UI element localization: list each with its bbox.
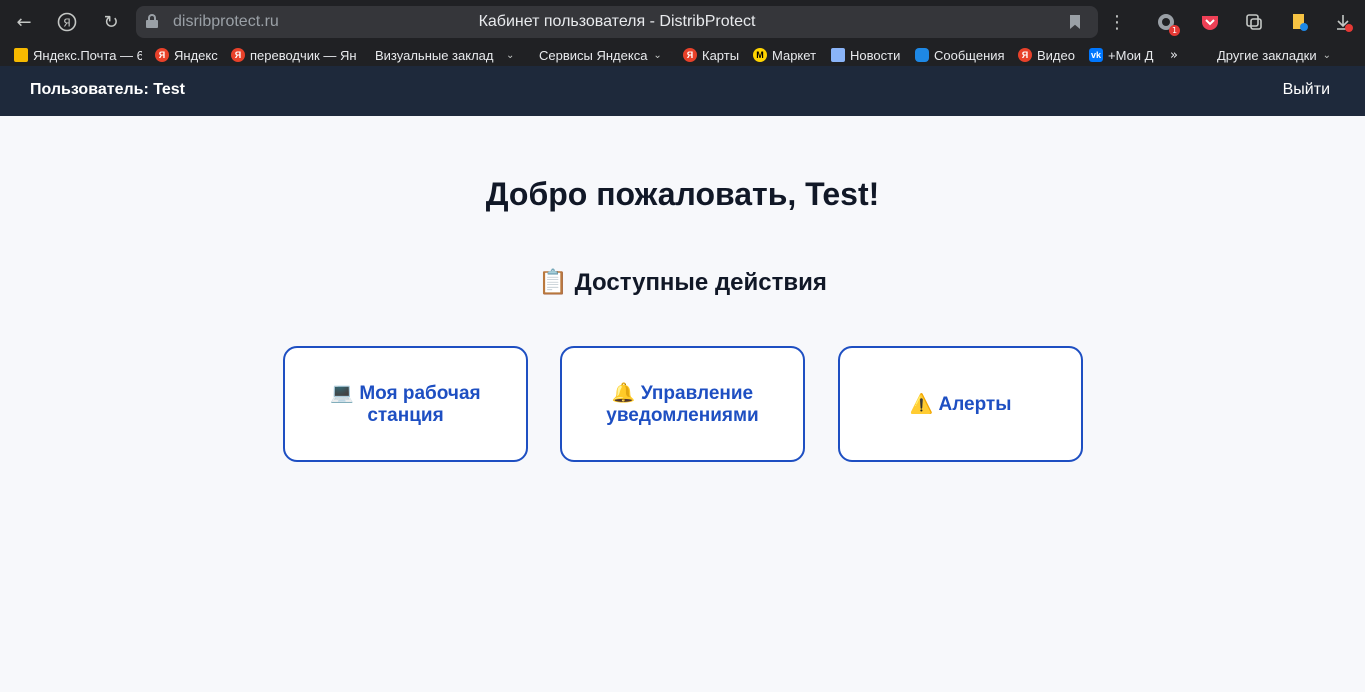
app-header: Пользователь: Test Выйти xyxy=(0,66,1365,116)
pocket-icon[interactable] xyxy=(1198,10,1222,34)
bookmark-other-folder[interactable]: Другие закладки ⌄ xyxy=(1217,46,1347,64)
collections-icon[interactable] xyxy=(1242,10,1266,34)
bookmark-video[interactable]: Я Видео xyxy=(1018,46,1080,64)
yandex-icon: Я xyxy=(155,48,169,62)
notifications-card[interactable]: 🔔 Управление уведомлениями xyxy=(560,346,805,462)
chevron-down-icon: ⌄ xyxy=(1322,49,1331,61)
actions-heading: 📋 Доступные действия xyxy=(0,268,1365,297)
laptop-icon: 💻 xyxy=(330,381,355,404)
notes-extension-icon[interactable] xyxy=(1287,10,1311,34)
market-icon: М xyxy=(753,48,767,62)
news-icon xyxy=(831,48,845,62)
bookmark-messages[interactable]: Сообщения xyxy=(915,46,1010,64)
page-title: Добро пожаловать, Test! xyxy=(485,176,880,212)
yandex-icon: Я xyxy=(231,48,245,62)
yandex-icon: Я xyxy=(1018,48,1032,62)
extension-icon[interactable]: 1 xyxy=(1154,10,1180,36)
yandex-icon: Я xyxy=(683,48,697,62)
bookmark-maps[interactable]: Я Карты xyxy=(683,46,743,64)
bookmark-visual-folder[interactable]: Визуальные заклад ⌄ xyxy=(375,46,520,64)
messages-icon xyxy=(915,48,929,62)
bookmark-translator[interactable]: Япереводчик — Ян xyxy=(231,46,359,64)
main-content: Добро пожаловать, Test! 📋 Доступные дейс… xyxy=(0,116,1365,692)
bookmark-market[interactable]: М Маркет xyxy=(753,46,823,64)
warning-icon: ⚠️ xyxy=(909,392,934,415)
svg-text:Я: Я xyxy=(63,17,71,30)
mail-icon xyxy=(14,48,28,62)
tab-title: Кабинет пользователя - DistribProtect xyxy=(478,13,756,30)
yandex-home-icon[interactable]: Я xyxy=(53,8,81,36)
workstation-label: Моя рабочая станция xyxy=(359,382,481,426)
reload-icon[interactable]: ↻ xyxy=(97,8,125,36)
alerts-card[interactable]: ⚠️ Алерты xyxy=(838,346,1083,462)
bookmark-mail[interactable]: Яндекс.Почта — 6 xyxy=(14,46,142,64)
extension-badge: 1 xyxy=(1169,25,1180,36)
downloads-icon[interactable] xyxy=(1331,10,1355,34)
vk-icon: vk xyxy=(1089,48,1103,62)
more-bookmarks-icon[interactable]: » xyxy=(1170,46,1186,64)
address-bar[interactable]: disribprotect.ru Кабинет пользователя - … xyxy=(136,6,1098,38)
alerts-label: Алерты xyxy=(938,393,1012,415)
workstation-card[interactable]: 💻 Моя рабочая станция xyxy=(283,346,528,462)
back-arrow-icon[interactable]: ← xyxy=(10,8,38,36)
browser-titlebar: ← Я ↻ disribprotect.ru Кабинет пользоват… xyxy=(0,0,1365,44)
bookmark-yandex[interactable]: Я Яндекс xyxy=(155,46,221,64)
bell-icon: 🔔 xyxy=(611,381,636,404)
more-menu-icon[interactable]: ⋮ xyxy=(1103,8,1131,36)
actions-heading-text: Доступные действия xyxy=(574,269,827,296)
bookmark-services-folder[interactable]: Сервисы Яндекса ⌄ xyxy=(539,46,667,64)
user-label: Пользователь: Test xyxy=(30,81,185,98)
bookmark-news[interactable]: Новости xyxy=(831,46,907,64)
chevron-down-icon: ⌄ xyxy=(506,49,515,61)
clipboard-icon: 📋 xyxy=(538,268,568,296)
chevron-down-icon: ⌄ xyxy=(653,49,662,61)
bookmark-vk[interactable]: vk +Мои Д xyxy=(1089,46,1157,64)
bookmarks-bar: Яндекс.Почта — 6 Я Яндекс Япереводчик — Я… xyxy=(0,44,1365,66)
logout-link[interactable]: Выйти xyxy=(1283,81,1330,99)
